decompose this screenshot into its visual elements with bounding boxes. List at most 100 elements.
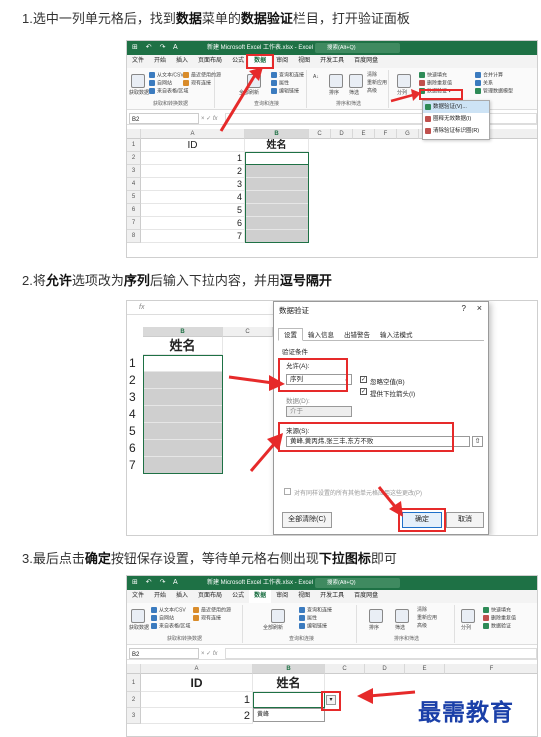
menu-item-clear-circles[interactable]: 清除验证标识圈(R) bbox=[423, 125, 489, 137]
cell-header-name[interactable]: 姓名 bbox=[253, 674, 325, 692]
col-header-f[interactable]: F bbox=[445, 664, 537, 674]
split-icon[interactable] bbox=[461, 609, 475, 623]
cancel-button[interactable]: 取消 bbox=[446, 512, 484, 528]
split-label[interactable]: 分列 bbox=[461, 625, 471, 632]
tab-formulas[interactable]: 公式 bbox=[227, 590, 249, 603]
cell-header-name[interactable]: 姓名 bbox=[245, 139, 309, 152]
row-header[interactable]: 5 bbox=[127, 191, 141, 204]
get-data-icon[interactable] bbox=[131, 609, 145, 623]
tab-view[interactable]: 视图 bbox=[293, 55, 315, 68]
fx-icon[interactable]: × ✓ fx bbox=[201, 113, 218, 125]
tab-baidu[interactable]: 百度网盘 bbox=[349, 590, 383, 603]
tab-review[interactable]: 审阅 bbox=[271, 55, 293, 68]
row-header[interactable]: 1 bbox=[127, 674, 141, 692]
edit-links-button[interactable]: 编辑链接 bbox=[271, 88, 299, 95]
col-header-a[interactable]: A bbox=[141, 664, 253, 674]
formula-input[interactable] bbox=[225, 648, 537, 659]
properties-button[interactable]: 属性 bbox=[271, 80, 289, 87]
ignore-blank-checkbox[interactable]: ✓ bbox=[360, 376, 367, 383]
clear-all-button[interactable]: 全部清除(C) bbox=[282, 512, 332, 528]
quick-access-icons[interactable]: ⊞ ↶ ↷ A bbox=[132, 41, 181, 55]
filter-label[interactable]: 筛选 bbox=[395, 625, 405, 632]
sort-icon[interactable] bbox=[369, 609, 383, 623]
name-box[interactable]: B2 bbox=[129, 648, 199, 659]
cell-id[interactable]: 1 bbox=[141, 152, 245, 165]
flash-fill-button[interactable]: 快速填充 bbox=[483, 607, 511, 614]
row-header[interactable]: 2 bbox=[127, 692, 141, 708]
existing-conn-button[interactable]: 现有连接 bbox=[183, 80, 211, 87]
col-header-g[interactable]: G bbox=[397, 129, 419, 139]
refresh-all-label[interactable]: 全部刷新 bbox=[263, 625, 283, 632]
cell-id[interactable]: 5 bbox=[141, 204, 245, 217]
tab-ime-mode[interactable]: 输入法模式 bbox=[375, 329, 418, 342]
recent-sources-button[interactable]: 最近使用的源 bbox=[193, 607, 231, 614]
from-web-button[interactable]: 自网站 bbox=[151, 615, 174, 622]
tab-home[interactable]: 开始 bbox=[149, 55, 171, 68]
tab-developer[interactable]: 开发工具 bbox=[315, 590, 349, 603]
cell-header-id[interactable]: ID bbox=[141, 674, 253, 692]
row-header[interactable]: 1 bbox=[127, 139, 141, 152]
col-header-f[interactable]: F bbox=[375, 129, 397, 139]
cell-header-id[interactable]: ID bbox=[141, 139, 245, 152]
get-data-icon[interactable] bbox=[131, 74, 145, 88]
relations-button[interactable]: 关系 bbox=[475, 80, 493, 87]
help-icon[interactable]: ? bbox=[462, 304, 466, 313]
data-validation-button[interactable]: 数据验证 bbox=[483, 623, 511, 630]
tab-layout[interactable]: 页面布局 bbox=[193, 590, 227, 603]
corner-cell[interactable] bbox=[127, 129, 141, 139]
from-web-button[interactable]: 自网站 bbox=[149, 80, 172, 87]
tab-data[interactable]: 数据 bbox=[249, 590, 272, 604]
dropdown-checkbox[interactable]: ✓ bbox=[360, 388, 367, 395]
from-text-button[interactable]: 从文本/CSV bbox=[151, 607, 186, 614]
dropdown-option[interactable]: 黄峰 bbox=[257, 712, 269, 718]
tab-insert[interactable]: 插入 bbox=[171, 590, 193, 603]
tab-view[interactable]: 视图 bbox=[293, 590, 315, 603]
properties-button[interactable]: 属性 bbox=[299, 615, 317, 622]
corner-cell[interactable] bbox=[127, 664, 141, 674]
quick-access-icons[interactable]: ⊞ ↶ ↷ A bbox=[132, 576, 181, 590]
row-header[interactable]: 3 bbox=[127, 708, 141, 724]
col-header-c[interactable]: C bbox=[325, 664, 365, 674]
remove-dup-button[interactable]: 删除重复值 bbox=[419, 80, 452, 87]
close-icon[interactable]: × bbox=[477, 303, 482, 313]
col-header-e[interactable]: E bbox=[405, 664, 445, 674]
tab-insert[interactable]: 插入 bbox=[171, 55, 193, 68]
row-header[interactable]: 7 bbox=[127, 217, 141, 230]
tab-home[interactable]: 开始 bbox=[149, 590, 171, 603]
sort-icon[interactable] bbox=[329, 74, 343, 88]
tab-baidu[interactable]: 百度网盘 bbox=[349, 55, 383, 68]
advanced-button[interactable]: 高级 bbox=[417, 623, 427, 630]
menu-item-data-validation[interactable]: 数据验证(V)... bbox=[423, 101, 489, 113]
cell-id[interactable]: 1 bbox=[141, 692, 253, 708]
col-header-e[interactable]: E bbox=[353, 129, 375, 139]
tab-review[interactable]: 审阅 bbox=[271, 590, 293, 603]
row-header[interactable]: 2 bbox=[127, 152, 141, 165]
name-box[interactable]: B2 bbox=[129, 113, 199, 124]
sort-label[interactable]: 排序 bbox=[329, 90, 339, 97]
fx-icon[interactable]: × ✓ fx bbox=[201, 648, 218, 660]
flash-fill-button[interactable]: 快速填充 bbox=[419, 72, 447, 79]
dropdown-list[interactable]: 黄峰 bbox=[253, 708, 325, 722]
filter-label[interactable]: 筛选 bbox=[349, 90, 359, 97]
row-header[interactable]: 3 bbox=[127, 165, 141, 178]
from-table-button[interactable]: 来自表格/区域 bbox=[149, 88, 188, 95]
advanced-button[interactable]: 高级 bbox=[367, 88, 377, 95]
existing-conn-button[interactable]: 现有连接 bbox=[193, 615, 221, 622]
col-header-b[interactable]: B bbox=[253, 664, 325, 674]
apply-all-checkbox[interactable] bbox=[284, 488, 291, 495]
tab-file[interactable]: 文件 bbox=[127, 590, 149, 603]
cell-id[interactable]: 7 bbox=[141, 230, 245, 243]
sort-label[interactable]: 排序 bbox=[369, 625, 379, 632]
split-icon[interactable] bbox=[397, 74, 411, 88]
clear-button[interactable]: 清除 bbox=[367, 72, 377, 79]
clear-button[interactable]: 清除 bbox=[417, 607, 427, 614]
get-data-label[interactable]: 获取数据 bbox=[129, 625, 149, 632]
refresh-all-icon[interactable] bbox=[271, 609, 285, 623]
tab-developer[interactable]: 开发工具 bbox=[315, 55, 349, 68]
tab-file[interactable]: 文件 bbox=[127, 55, 149, 68]
from-text-button[interactable]: 从文本/CSV bbox=[149, 72, 184, 79]
recent-sources-button[interactable]: 最近使用的源 bbox=[183, 72, 221, 79]
cell-id[interactable]: 3 bbox=[141, 178, 245, 191]
row-header[interactable]: 4 bbox=[127, 178, 141, 191]
reapply-button[interactable]: 重新应用 bbox=[417, 615, 437, 622]
